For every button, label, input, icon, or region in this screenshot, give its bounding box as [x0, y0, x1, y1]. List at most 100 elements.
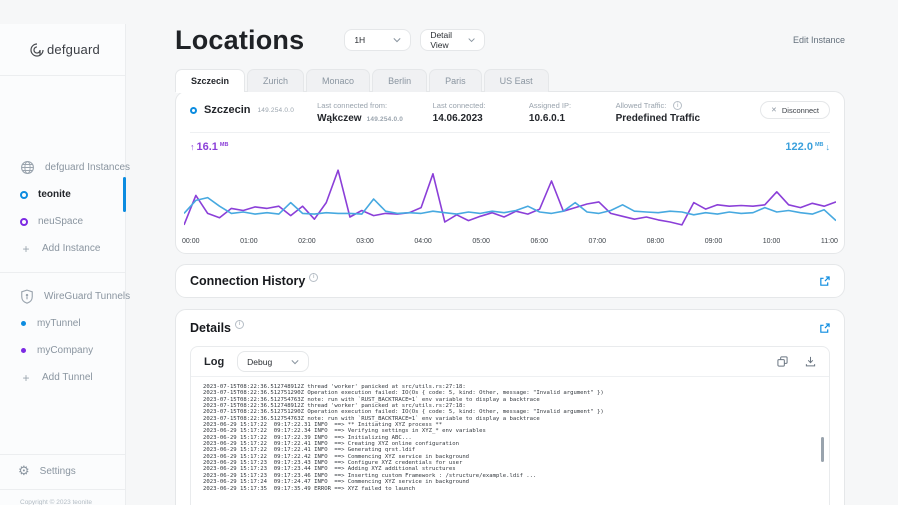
connection-dot-icon: [190, 106, 197, 114]
sidebar-item-label: neuSpace: [38, 216, 84, 227]
chevron-down-icon: [468, 38, 475, 43]
sidebar-item-label: Add Instance: [42, 243, 101, 254]
globe-icon: [20, 160, 35, 175]
x-tick-label: 06:00: [530, 238, 548, 245]
traffic-stats: ↑ 16.1 MB 122.0 MB ↓: [176, 133, 844, 153]
x-tick-label: 04:00: [414, 238, 432, 245]
settings-button[interactable]: ⚙ Settings: [0, 453, 125, 490]
x-tick-label: 11:00: [820, 238, 838, 245]
expand-icon: [820, 322, 830, 333]
settings-label: Settings: [39, 466, 76, 477]
sidebar-item-mytunnel[interactable]: myTunnel: [0, 310, 125, 337]
tunnel-dot-icon: [21, 321, 26, 326]
upload-unit: MB: [219, 142, 229, 148]
section-title: Details: [190, 321, 231, 335]
tab-szczecin[interactable]: Szczecin: [175, 69, 246, 93]
info-icon[interactable]: i: [673, 101, 683, 110]
assigned-ip-value: 10.6.0.1: [528, 113, 566, 124]
tab-us-east[interactable]: US East: [483, 69, 549, 92]
sidebar-item-neuspace[interactable]: neuSpace: [0, 208, 125, 235]
traffic-chart: [176, 153, 844, 235]
plus-icon: +: [22, 241, 30, 256]
download-button[interactable]: [805, 356, 816, 367]
allowed-traffic-block: Allowed Traffic: i Predefined Traffic: [616, 101, 760, 124]
field-label: Last connected:: [432, 101, 486, 110]
sidebar-item-label: myCompany: [37, 345, 94, 356]
log-level-select[interactable]: Debug: [237, 351, 310, 372]
last-connected-value: 14.06.2023: [432, 113, 483, 124]
brand-name: defguard: [47, 42, 100, 57]
field-label: Last connected from:: [317, 101, 388, 110]
arrow-down-icon: ↓: [825, 142, 831, 152]
sidebar-nav: defguard Instances teonite neuSpace + Ad…: [0, 154, 130, 391]
last-connected-from-block: Last connected from: Wąkczew 149.254.0.0: [317, 101, 433, 124]
chevron-down-icon: [393, 38, 401, 43]
time-range-select[interactable]: 1H: [344, 29, 412, 51]
field-label: Assigned IP:: [528, 101, 572, 110]
app-footer: Copyright © 2023 teonite Application ver…: [0, 490, 125, 505]
defguard-logyph-icon: [29, 42, 45, 58]
main-content: Locations 1H Detail View Edit Instance S…: [126, 24, 898, 505]
view-mode-value: Detail View: [430, 30, 453, 50]
line-chart: [184, 163, 836, 235]
location-card: Szczecin 149.254.0.0 Last connected from…: [175, 91, 845, 254]
last-connected-from-value: Wąkczew: [317, 113, 362, 124]
location-tabs: Szczecin Zurich Monaco Berlin Paris US E…: [175, 69, 845, 93]
add-tunnel-button[interactable]: + Add Tunnel: [0, 364, 125, 391]
series-upload: [184, 170, 836, 225]
download-unit: MB: [814, 142, 824, 148]
sidebar-item-teonite[interactable]: teonite: [0, 177, 126, 212]
expand-icon: [820, 275, 830, 286]
location-info-row: Szczecin 149.254.0.0 Last connected from…: [176, 92, 844, 132]
filters: 1H Detail View: [344, 29, 486, 51]
sidebar-item-wireguard-tunnels[interactable]: WireGuard Tunnels: [0, 283, 130, 310]
time-range-value: 1H: [354, 35, 366, 45]
instance-dot-icon: [20, 217, 28, 226]
download-value: 122.0: [785, 141, 813, 153]
sidebar: defguard defguard Instances teonite neuS…: [0, 24, 130, 505]
chevron-down-icon: [291, 359, 299, 364]
location-identity: Szczecin 149.254.0.0: [190, 101, 317, 116]
plus-icon: +: [22, 370, 30, 385]
sidebar-item-mycompany[interactable]: myCompany: [0, 337, 125, 364]
last-connected-from-ip: 149.254.0.0: [366, 116, 404, 123]
sidebar-item-label: teonite: [38, 189, 71, 200]
log-level-value: Debug: [247, 356, 273, 367]
log-toolbar: Log Debug: [191, 347, 829, 377]
arrow-up-icon: ↑: [190, 142, 195, 152]
info-icon[interactable]: i: [309, 272, 319, 282]
upload-total: ↑ 16.1 MB: [190, 141, 228, 153]
expand-button[interactable]: [819, 322, 830, 334]
sidebar-divider: [0, 272, 125, 273]
add-instance-button[interactable]: + Add Instance: [0, 235, 125, 262]
info-icon[interactable]: i: [235, 319, 244, 329]
log-title: Log: [204, 355, 225, 368]
page-title: Locations: [175, 24, 305, 55]
tab-paris[interactable]: Paris: [429, 69, 482, 92]
sidebar-item-label: defguard Instances: [45, 162, 131, 173]
disconnect-button[interactable]: ✕ Disconnect: [760, 101, 830, 119]
edit-instance-button[interactable]: Edit Instance: [793, 35, 845, 45]
instance-dot-icon: [20, 190, 28, 199]
log-line: 2023-06-29 15:17:35 09:17:35.49 ERROR ==…: [203, 485, 416, 492]
copyright-text: Copyright © 2023 teonite: [20, 498, 93, 505]
location-ip: 149.254.0.0: [257, 106, 295, 114]
x-tick-label: 08:00: [646, 238, 665, 245]
sidebar-bottom: ⚙ Settings Copyright © 2023 teonite Appl…: [0, 453, 125, 505]
assigned-ip-block: Assigned IP: 10.6.0.1: [529, 101, 616, 124]
tab-berlin[interactable]: Berlin: [372, 69, 428, 92]
tab-zurich[interactable]: Zurich: [247, 69, 305, 92]
active-indicator: [123, 177, 126, 212]
download-icon: [805, 356, 816, 367]
location-name: Szczecin: [204, 104, 251, 116]
allowed-traffic-value: Predefined Traffic: [615, 113, 701, 124]
expand-button[interactable]: [819, 275, 830, 287]
tab-monaco[interactable]: Monaco: [306, 69, 371, 92]
sidebar-item-defguard-instances[interactable]: defguard Instances: [0, 154, 130, 181]
copy-button[interactable]: [777, 356, 788, 367]
app-logo: defguard: [0, 24, 125, 76]
section-title: Connection History: [190, 274, 306, 288]
view-mode-select[interactable]: Detail View: [420, 29, 486, 51]
log-scrollbar[interactable]: [821, 437, 824, 462]
details-card: Details i Log Debug 2023-07-15T08:22:36.…: [175, 309, 845, 505]
